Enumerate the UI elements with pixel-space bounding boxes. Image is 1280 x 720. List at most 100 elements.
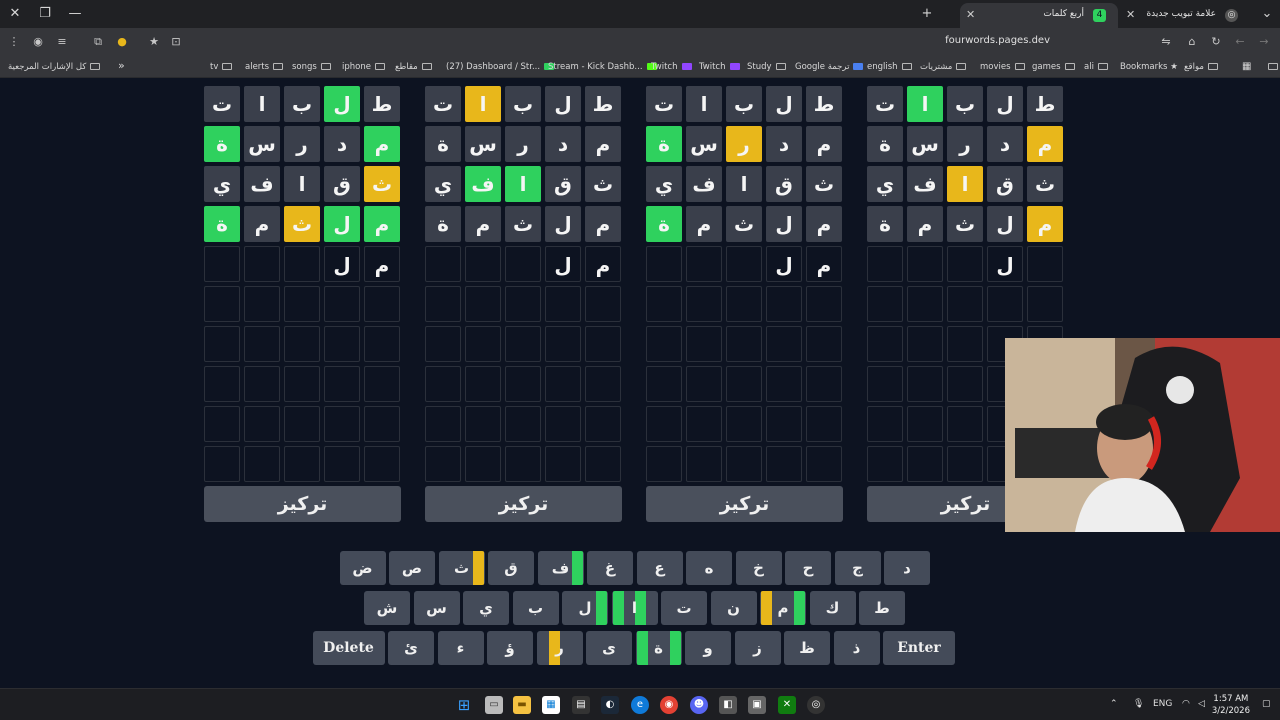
profile-icon[interactable]: ◉ [30,34,46,50]
bookmark-item[interactable]: Stream - Kick Dashb... [548,60,657,74]
key[interactable]: ا [611,591,658,625]
tab-close-icon[interactable]: ✕ [1126,3,1135,26]
key[interactable]: ق [488,551,534,585]
apps-grid-icon[interactable]: ▦ [1242,60,1251,74]
microphone-icon[interactable]: 🎙 [1133,699,1144,709]
address-bar[interactable]: ★ ⊡ fourwords.pages.dev ⇋ [140,31,1180,53]
key[interactable]: ب [512,591,559,625]
app-icon[interactable]: ◧ [719,696,737,714]
reload-icon[interactable]: ↻ [1208,34,1224,50]
enter-key[interactable]: Enter [883,631,955,665]
key[interactable]: غ [587,551,633,585]
forward-icon[interactable]: ← [1232,34,1248,50]
key[interactable]: ظ [784,631,830,665]
bookmark-item[interactable]: مقاطع [395,60,432,74]
all-bookmarks-icon[interactable] [1264,60,1278,74]
minimize-window-icon[interactable]: — [60,0,90,28]
bookmark-item[interactable]: (27) Dashboard / Str... [446,60,555,74]
bookmark-item[interactable]: iphone [342,60,385,74]
bookmark-item[interactable]: english [867,60,912,74]
language-indicator[interactable]: ENG [1153,699,1172,709]
key[interactable]: ص [389,551,435,585]
bookmark-star-icon[interactable]: ★ [146,34,162,50]
key[interactable]: ع [636,551,683,585]
clock[interactable]: 1:57 AM 3/2/2026 [1212,693,1250,717]
focus-button[interactable]: تركيز [646,486,843,522]
bookmarks-overflow-icon[interactable]: » [118,59,125,73]
menu-icon[interactable]: ⋮ [6,34,22,50]
key[interactable]: ح [785,551,831,585]
key[interactable]: ض [339,551,386,585]
delete-key[interactable]: Delete [312,631,385,665]
wifi-icon[interactable]: ◠ [1182,699,1190,709]
bookmark-item[interactable]: alerts [245,60,284,74]
windows-start-icon[interactable]: ⊞ [455,696,473,714]
discord-icon[interactable]: ☻ [690,696,708,714]
home-icon[interactable]: ⌂ [1184,34,1200,50]
edge-icon[interactable]: e [631,696,649,714]
key[interactable]: ر [536,631,583,665]
key[interactable]: ء [437,631,484,665]
bookmark-item[interactable]: ali [1084,60,1108,74]
task-view-icon[interactable]: ▭ [485,696,503,714]
reading-list-icon[interactable]: ≡ [54,34,70,50]
install-app-icon[interactable]: ⊡ [168,34,184,50]
key[interactable]: خ [735,551,782,585]
bookmark-item[interactable]: Twitch [651,60,692,74]
bookmark-item[interactable]: مواقع [1184,60,1218,74]
bookmark-item[interactable]: Twitch [699,60,740,74]
key[interactable]: ه [686,551,732,585]
key[interactable]: ز [734,631,781,665]
key[interactable]: س [413,591,460,625]
bookmark-item[interactable]: Bookmarks ★ [1120,60,1178,74]
key[interactable]: ن [710,591,757,625]
bookmark-all[interactable]: كل الإشارات المرجعية [8,60,101,74]
key[interactable]: و [685,631,731,665]
key[interactable]: ذ [833,631,880,665]
key[interactable]: م [760,591,806,625]
file-explorer-icon[interactable]: ▬ [513,696,531,714]
close-window-icon[interactable]: ✕ [0,0,30,28]
focus-button[interactable]: تركيز [425,486,622,522]
key[interactable]: ؤ [487,631,533,665]
focus-button[interactable]: تركيز [204,486,401,522]
bookmark-item[interactable]: movies [980,60,1025,74]
key[interactable]: د [884,551,930,585]
key[interactable]: ث [438,551,485,585]
xbox-icon[interactable]: ✕ [778,696,796,714]
tab-search-icon[interactable]: ⌄ [1252,0,1280,28]
key[interactable]: ط [859,591,905,625]
tab-four-words[interactable]: أربع كلمات 4 ✕ [960,3,1118,28]
back-icon[interactable]: → [1256,34,1272,50]
extensions-icon[interactable]: ⧉ [90,34,106,50]
bookmark-item[interactable]: tv [210,60,233,74]
key[interactable]: ل [562,591,608,625]
new-tab-icon[interactable]: + [912,0,942,28]
steam-icon[interactable]: ◐ [601,696,619,714]
key[interactable]: ى [586,631,632,665]
calculator-icon[interactable]: ▤ [572,696,590,714]
bookmark-item[interactable]: مشتريات [920,60,967,74]
microsoft-store-icon[interactable]: ▦ [542,696,560,714]
key[interactable]: ج [834,551,881,585]
tab-new-tab[interactable]: علامة تبويب جديدة ◎ ✕ [1120,3,1250,28]
restore-window-icon[interactable]: ❐ [30,0,60,28]
bookmark-item[interactable]: games [1032,60,1075,74]
key[interactable]: ة [635,631,682,665]
notification-icon[interactable]: ▢ [1262,699,1271,709]
key[interactable]: ش [364,591,410,625]
app-icon[interactable]: ▣ [748,696,766,714]
key[interactable]: ي [463,591,509,625]
obs-icon[interactable]: ◎ [807,696,825,714]
key[interactable]: ف [537,551,584,585]
chrome-icon[interactable]: ◉ [660,696,678,714]
bookmark-item[interactable]: songs [292,60,331,74]
key[interactable]: ك [809,591,856,625]
key[interactable]: ت [661,591,707,625]
tab-close-icon[interactable]: ✕ [966,3,975,26]
volume-icon[interactable]: ◁ [1198,699,1205,709]
tray-chevron-icon[interactable]: ⌃ [1110,699,1118,709]
bookmark-item[interactable]: Study [747,60,786,74]
extension-icon[interactable]: ● [114,34,130,50]
key[interactable]: ئ [388,631,434,665]
